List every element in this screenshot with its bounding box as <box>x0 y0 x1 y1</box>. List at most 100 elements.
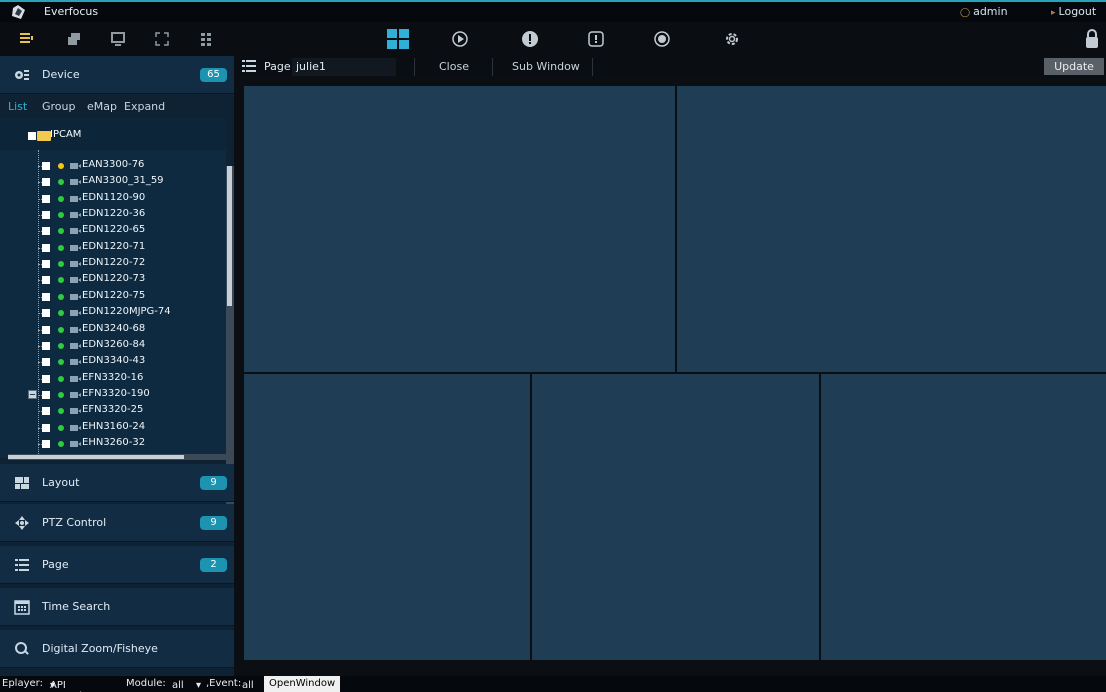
device-checkbox[interactable] <box>42 423 50 432</box>
device-checkbox[interactable] <box>42 227 50 236</box>
device-checkbox[interactable] <box>42 439 50 448</box>
sub-window-button[interactable]: Sub Window <box>512 60 580 73</box>
camera-icon <box>70 375 81 382</box>
device-tree-item[interactable]: EDN3240-68 <box>0 322 226 338</box>
device-tree-item[interactable]: EHN3160-24 <box>0 420 226 436</box>
device-checkbox[interactable] <box>42 260 50 269</box>
device-checkbox[interactable] <box>42 243 50 252</box>
user-link[interactable]: ◯ admin <box>960 5 1008 18</box>
page-bar: Page julie1 Close Sub Window Update <box>234 56 1106 78</box>
ipcam-checkbox[interactable] <box>28 132 36 140</box>
eplayer-label: Eplayer: <box>2 678 43 689</box>
device-name: EDN1220-36 <box>82 208 146 220</box>
everfocus-logo-icon <box>12 5 25 19</box>
video-cell-5[interactable] <box>821 374 1106 660</box>
device-tree-item[interactable]: EDN1120-90 <box>0 191 226 207</box>
video-cell-3[interactable] <box>244 374 530 660</box>
device-checkbox[interactable] <box>42 292 50 301</box>
device-tree-vertical-scrollbar[interactable] <box>226 166 234 512</box>
camera-icon <box>70 424 81 431</box>
event-value: all <box>242 680 254 691</box>
device-tree-item[interactable]: EDN1220-71 <box>0 240 226 256</box>
camera-icon <box>70 391 81 398</box>
device-tree-item[interactable]: EFN3320-190 <box>0 387 226 403</box>
expand-toggle-icon[interactable] <box>28 389 37 399</box>
device-tree-item[interactable]: EDN1220-73 <box>0 272 226 288</box>
device-tree-item[interactable]: EHN3260-32 <box>0 436 226 452</box>
tab-expand[interactable]: Expand <box>124 100 165 113</box>
list-view-icon[interactable] <box>14 27 38 51</box>
device-name: EFN3320-25 <box>82 404 144 416</box>
device-name: EDN1220-71 <box>82 240 146 252</box>
device-tree-item[interactable]: EAN3300-76 <box>0 158 226 174</box>
device-tree-horizontal-scrollbar[interactable] <box>8 454 226 460</box>
device-panel-header[interactable]: Device 65 <box>0 56 234 94</box>
device-tree-item[interactable]: EDN1220-36 <box>0 207 226 223</box>
tab-group[interactable]: Group <box>42 100 76 113</box>
device-tree-item[interactable]: EFN3320-16 <box>0 371 226 387</box>
device-checkbox[interactable] <box>42 390 50 399</box>
camera-icon <box>70 408 81 415</box>
user-icon: ◯ <box>960 8 971 18</box>
monitor-icon[interactable] <box>106 27 130 51</box>
device-tree-item[interactable]: EAN3300_31_59 <box>0 174 226 190</box>
scrollbar-thumb[interactable] <box>8 455 184 459</box>
fullscreen-icon[interactable] <box>150 27 174 51</box>
status-dot-icon <box>58 212 64 219</box>
video-cell-1[interactable] <box>244 86 675 372</box>
grid-select-icon[interactable] <box>194 27 218 51</box>
status-dot-icon <box>58 310 64 317</box>
video-cell-4[interactable] <box>532 374 819 660</box>
playback-icon[interactable] <box>448 27 472 51</box>
window-icon[interactable] <box>62 27 86 51</box>
record-icon[interactable] <box>650 27 674 51</box>
event-icon[interactable] <box>584 27 608 51</box>
device-checkbox[interactable] <box>42 162 50 170</box>
device-tree-item[interactable]: EFN3320-25 <box>0 403 226 419</box>
page-panel-header[interactable]: Page 2 <box>0 546 234 584</box>
digital-zoom-panel-header[interactable]: Digital Zoom/Fisheye <box>0 630 234 668</box>
page-name-field[interactable]: julie1 <box>292 58 396 76</box>
device-checkbox[interactable] <box>42 276 50 285</box>
live-view-icon[interactable] <box>386 27 410 51</box>
device-tree-item[interactable]: EDN1220-75 <box>0 289 226 305</box>
device-tree-item[interactable]: EDN1220MJPG-74 <box>0 305 226 321</box>
camera-icon <box>70 359 81 366</box>
device-checkbox[interactable] <box>42 407 50 416</box>
device-tree-item[interactable]: EDN1220-65 <box>0 223 226 239</box>
ipcam-root-node[interactable]: IPCAM <box>0 118 226 150</box>
device-checkbox[interactable] <box>42 211 50 220</box>
device-checkbox[interactable] <box>42 325 50 334</box>
main-toolbar <box>0 22 1106 56</box>
logout-link[interactable]: ▸ Logout <box>1051 5 1096 18</box>
device-tree-item[interactable]: EDN1220-72 <box>0 256 226 272</box>
alert-icon[interactable] <box>518 27 542 51</box>
tab-emap[interactable]: eMap <box>87 100 117 113</box>
open-window-button[interactable]: OpenWindow <box>264 676 341 692</box>
layout-icon <box>15 477 29 489</box>
settings-icon[interactable] <box>720 27 744 51</box>
device-checkbox[interactable] <box>42 358 50 367</box>
status-dot-icon <box>58 408 64 415</box>
page-list-icon[interactable] <box>242 60 256 72</box>
device-checkbox[interactable] <box>42 194 50 203</box>
device-name: EDN3340-43 <box>82 355 146 367</box>
device-checkbox[interactable] <box>42 309 50 318</box>
device-tree-item[interactable]: EDN3340-43 <box>0 354 226 370</box>
device-checkbox[interactable] <box>42 374 50 383</box>
close-button[interactable]: Close <box>439 60 469 73</box>
status-dot-icon <box>58 359 64 366</box>
device-tree-item[interactable]: EDN3260-84 <box>0 338 226 354</box>
update-button[interactable]: Update <box>1044 58 1104 75</box>
lock-icon[interactable] <box>1080 27 1104 51</box>
device-checkbox[interactable] <box>42 178 50 187</box>
tab-list[interactable]: List <box>8 100 27 113</box>
time-search-panel-header[interactable]: Time Search <box>0 588 234 626</box>
logout-icon: ▸ <box>1051 8 1056 18</box>
device-checkbox[interactable] <box>42 341 50 350</box>
scrollbar-thumb[interactable] <box>227 166 232 306</box>
ptz-panel-header[interactable]: PTZ Control 9 <box>0 504 234 542</box>
status-dot-icon <box>58 277 64 284</box>
video-cell-2[interactable] <box>677 86 1106 372</box>
layout-panel-header[interactable]: Layout 9 <box>0 464 234 502</box>
